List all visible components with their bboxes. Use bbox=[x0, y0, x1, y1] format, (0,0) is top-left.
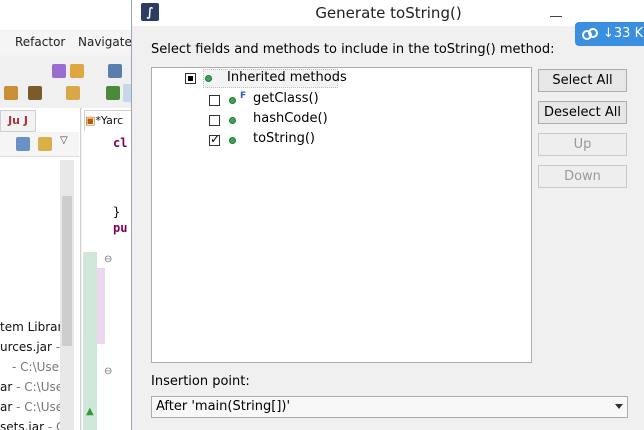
tree-node-getclass[interactable]: F getClass() bbox=[152, 90, 527, 108]
checkmark-icon: ✓ bbox=[210, 132, 221, 146]
tristate-checkbox[interactable] bbox=[185, 73, 196, 84]
generate-tostring-dialog: ∫ Generate toString() ↓33 K Select field… bbox=[131, 0, 644, 430]
fold-icon[interactable]: ⊖ bbox=[104, 366, 112, 377]
download-speed-text: ↓33 K bbox=[603, 26, 644, 41]
package-explorer-toolbar: ▽ bbox=[0, 132, 79, 157]
method-public-icon bbox=[229, 97, 236, 104]
override-marker-icon: ▲ bbox=[86, 406, 94, 417]
view-menu-icon[interactable]: ▽ bbox=[60, 135, 68, 146]
tree-node-label: toString() bbox=[253, 131, 315, 146]
dialog-title: Generate toString() bbox=[315, 4, 462, 22]
ide-background: Refactor Navigate Ju J ▽ tem Librar urce… bbox=[0, 0, 133, 430]
select-all-button[interactable]: Select All bbox=[538, 69, 627, 92]
members-tree[interactable]: Inherited methods F getClass() hashCode(… bbox=[151, 67, 532, 363]
menu-navigate[interactable]: Navigate bbox=[78, 35, 132, 49]
tree-item[interactable]: urces.jar - bbox=[0, 340, 60, 354]
tree-item[interactable]: tem Librar bbox=[0, 320, 62, 334]
deselect-all-button[interactable]: Deselect All bbox=[538, 101, 627, 124]
method-public-icon bbox=[229, 137, 236, 144]
tree-node-label: Inherited methods bbox=[227, 70, 347, 85]
tree-node-label: getClass() bbox=[253, 91, 319, 106]
java-file-icon: ▣ bbox=[85, 114, 96, 127]
scrollbar-thumb[interactable] bbox=[62, 196, 72, 346]
toolbar-icon[interactable] bbox=[70, 64, 84, 78]
down-button[interactable]: Down bbox=[538, 165, 627, 188]
toolbar-icon[interactable] bbox=[66, 86, 80, 100]
method-public-icon bbox=[229, 117, 236, 124]
insertion-point-value: After 'main(String[])' bbox=[156, 399, 291, 414]
fold-icon[interactable]: ⊖ bbox=[104, 254, 112, 265]
toolbar-icon[interactable] bbox=[106, 86, 120, 100]
up-button[interactable]: Up bbox=[538, 133, 627, 156]
toolbar-icon[interactable] bbox=[4, 86, 18, 100]
dialog-titlebar[interactable]: ∫ Generate toString() bbox=[132, 0, 644, 26]
link-editor-icon[interactable] bbox=[38, 137, 52, 151]
tree-node-tostring[interactable]: ✓ toString() bbox=[152, 130, 527, 148]
download-speed-badge[interactable]: ↓33 K bbox=[575, 22, 644, 46]
code-line: cl bbox=[113, 136, 128, 150]
tree-item[interactable]: ar - C:\Use bbox=[0, 400, 63, 414]
tree-item[interactable]: ar - C:\Use bbox=[0, 380, 63, 394]
editor-tab[interactable]: ▣*Yarc bbox=[84, 110, 133, 131]
tree-node-inherited-methods[interactable]: Inherited methods bbox=[152, 69, 527, 87]
insertion-point-select[interactable]: After 'main(String[])' bbox=[151, 396, 628, 418]
tree-node-label: hashCode() bbox=[253, 111, 328, 126]
checkbox[interactable] bbox=[209, 115, 220, 126]
tree-node-hashcode[interactable]: hashCode() bbox=[152, 110, 527, 128]
code-line: } bbox=[113, 205, 121, 219]
toolbar-icon[interactable] bbox=[52, 64, 66, 78]
minimize-button[interactable] bbox=[550, 6, 562, 17]
toolbar-icon[interactable] bbox=[28, 86, 42, 100]
dialog-prompt: Select fields and methods to include in … bbox=[151, 42, 555, 57]
tree-item[interactable]: sets.jar - C bbox=[0, 420, 64, 430]
arrow-down-icon: ↓ bbox=[603, 26, 614, 41]
editor-gutter bbox=[83, 252, 97, 430]
editor-overview-marker bbox=[97, 268, 105, 344]
method-public-icon bbox=[205, 75, 212, 82]
insertion-point-label: Insertion point: bbox=[151, 374, 250, 389]
menu-refactor[interactable]: Refactor bbox=[15, 35, 65, 49]
code-line: pu bbox=[113, 221, 128, 235]
explorer-scrollbar[interactable] bbox=[60, 160, 74, 430]
final-marker-icon: F bbox=[240, 91, 247, 101]
checkbox-checked[interactable]: ✓ bbox=[209, 132, 221, 146]
chevron-down-icon[interactable] bbox=[615, 404, 623, 409]
cloud-icon bbox=[582, 28, 598, 40]
ide-toolbar bbox=[0, 56, 133, 109]
package-explorer-tab[interactable]: Ju J bbox=[0, 110, 36, 132]
collapse-all-icon[interactable] bbox=[16, 137, 30, 151]
ide-titlebar bbox=[0, 0, 133, 30]
toolbar-icon[interactable] bbox=[108, 64, 122, 78]
checkbox[interactable] bbox=[209, 95, 220, 106]
